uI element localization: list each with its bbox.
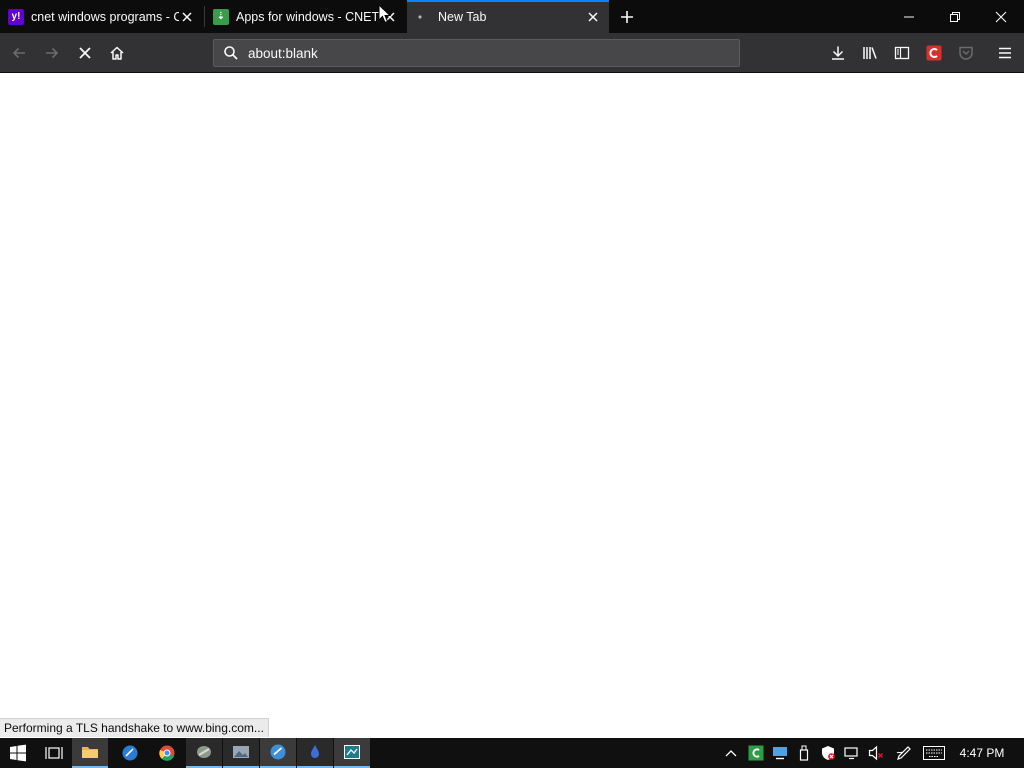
url-text[interactable]: about:blank: [248, 46, 318, 61]
close-icon: [995, 11, 1007, 22]
stop-button[interactable]: [71, 39, 99, 67]
new-tab-button[interactable]: [614, 4, 640, 30]
tray-security[interactable]: [818, 738, 838, 768]
page-content[interactable]: [0, 73, 1024, 738]
back-arrow-icon: [12, 47, 25, 59]
downloads-button[interactable]: [824, 39, 852, 67]
ie-button[interactable]: [260, 738, 296, 768]
taskbar-clock[interactable]: 4:47 PM: [950, 738, 1014, 768]
store-icon: [344, 745, 360, 759]
tray-camtasia[interactable]: [746, 738, 766, 768]
menu-icon: [999, 47, 1011, 59]
status-panel: Performing a TLS handshake to www.bing.c…: [0, 718, 269, 737]
back-button[interactable]: [5, 39, 33, 67]
forward-button[interactable]: [38, 39, 66, 67]
start-icon: [10, 744, 26, 762]
tab-strip: y! cnet windows programs - C ⇣ Apps for …: [0, 0, 1024, 33]
security-shield-icon: [822, 746, 835, 760]
store-button[interactable]: [334, 738, 370, 768]
sidebar-icon: [894, 46, 910, 60]
photos-icon: [233, 746, 249, 758]
stop-icon: [79, 47, 91, 59]
tab-new-tab[interactable]: New Tab: [407, 0, 609, 33]
close-tab-icon[interactable]: [585, 9, 601, 25]
library-button[interactable]: [856, 39, 884, 67]
browser-button[interactable]: [112, 738, 148, 768]
task-view-icon: [45, 747, 63, 759]
tab-yahoo[interactable]: y! cnet windows programs - C: [0, 0, 203, 33]
show-hidden-icons-button[interactable]: [722, 738, 740, 768]
restore-button[interactable]: [932, 0, 978, 33]
edit-icon: [311, 745, 319, 758]
extension-button[interactable]: [920, 39, 948, 67]
chevron-up-icon: [725, 750, 737, 757]
photos-button[interactable]: [223, 738, 259, 768]
browser-icon: [122, 745, 138, 761]
start-button[interactable]: [0, 738, 36, 768]
tab-cnet[interactable]: ⇣ Apps for windows - CNET D: [205, 0, 406, 33]
home-icon: [110, 46, 124, 60]
volume-muted-icon: [868, 745, 883, 761]
pocket-button[interactable]: [952, 39, 980, 67]
tab-title: cnet windows programs - C: [31, 9, 179, 24]
tab-title: New Tab: [438, 9, 487, 24]
downloads-icon: [832, 46, 844, 60]
ie-icon: [270, 744, 286, 760]
url-bar[interactable]: about:blank: [213, 39, 740, 67]
usb-icon: [799, 745, 809, 761]
minimize-button[interactable]: [886, 0, 932, 33]
tray-pen[interactable]: [894, 738, 914, 768]
cnet-download-favicon-icon: ⇣: [213, 8, 229, 25]
pocket-icon: [959, 46, 973, 60]
tray-display[interactable]: [770, 738, 790, 768]
close-window-button[interactable]: [978, 0, 1024, 33]
file-explorer-icon: [82, 747, 98, 758]
task-view-button[interactable]: [36, 738, 72, 768]
search-icon: [224, 46, 238, 60]
yahoo-favicon-icon: y!: [8, 8, 24, 25]
minimize-icon: [904, 16, 914, 17]
navigation-toolbar: about:blank: [0, 33, 1024, 73]
menu-button[interactable]: [991, 39, 1019, 67]
plus-icon: [621, 11, 633, 23]
mouse-pointer-icon: [378, 4, 392, 24]
app-button[interactable]: [186, 738, 222, 768]
tray-network[interactable]: [842, 738, 862, 768]
loading-dot-icon: [415, 9, 431, 25]
close-tab-icon[interactable]: [179, 9, 195, 25]
home-button[interactable]: [103, 39, 131, 67]
chrome-button[interactable]: [149, 738, 185, 768]
library-icon: [863, 47, 877, 59]
file-explorer-button[interactable]: [72, 738, 108, 768]
tray-keyboard[interactable]: [922, 738, 946, 768]
sidebar-button[interactable]: [888, 39, 916, 67]
pen-workspace-icon: [896, 746, 911, 760]
tray-usb[interactable]: [794, 738, 814, 768]
tray-volume[interactable]: [866, 738, 886, 768]
cyberlink-extension-icon: [926, 45, 942, 61]
display-icon: [773, 747, 787, 760]
restore-icon: [950, 11, 960, 22]
camtasia-icon: [748, 745, 764, 761]
taskbar: 4:47 PM: [0, 738, 1024, 768]
forward-arrow-icon: [46, 47, 59, 59]
app-icon: [197, 746, 211, 758]
tab-title: Apps for windows - CNET D: [236, 9, 382, 24]
network-icon: [844, 747, 858, 760]
chrome-icon: [159, 745, 175, 761]
touch-keyboard-icon: [923, 746, 945, 760]
edit-button[interactable]: [297, 738, 333, 768]
